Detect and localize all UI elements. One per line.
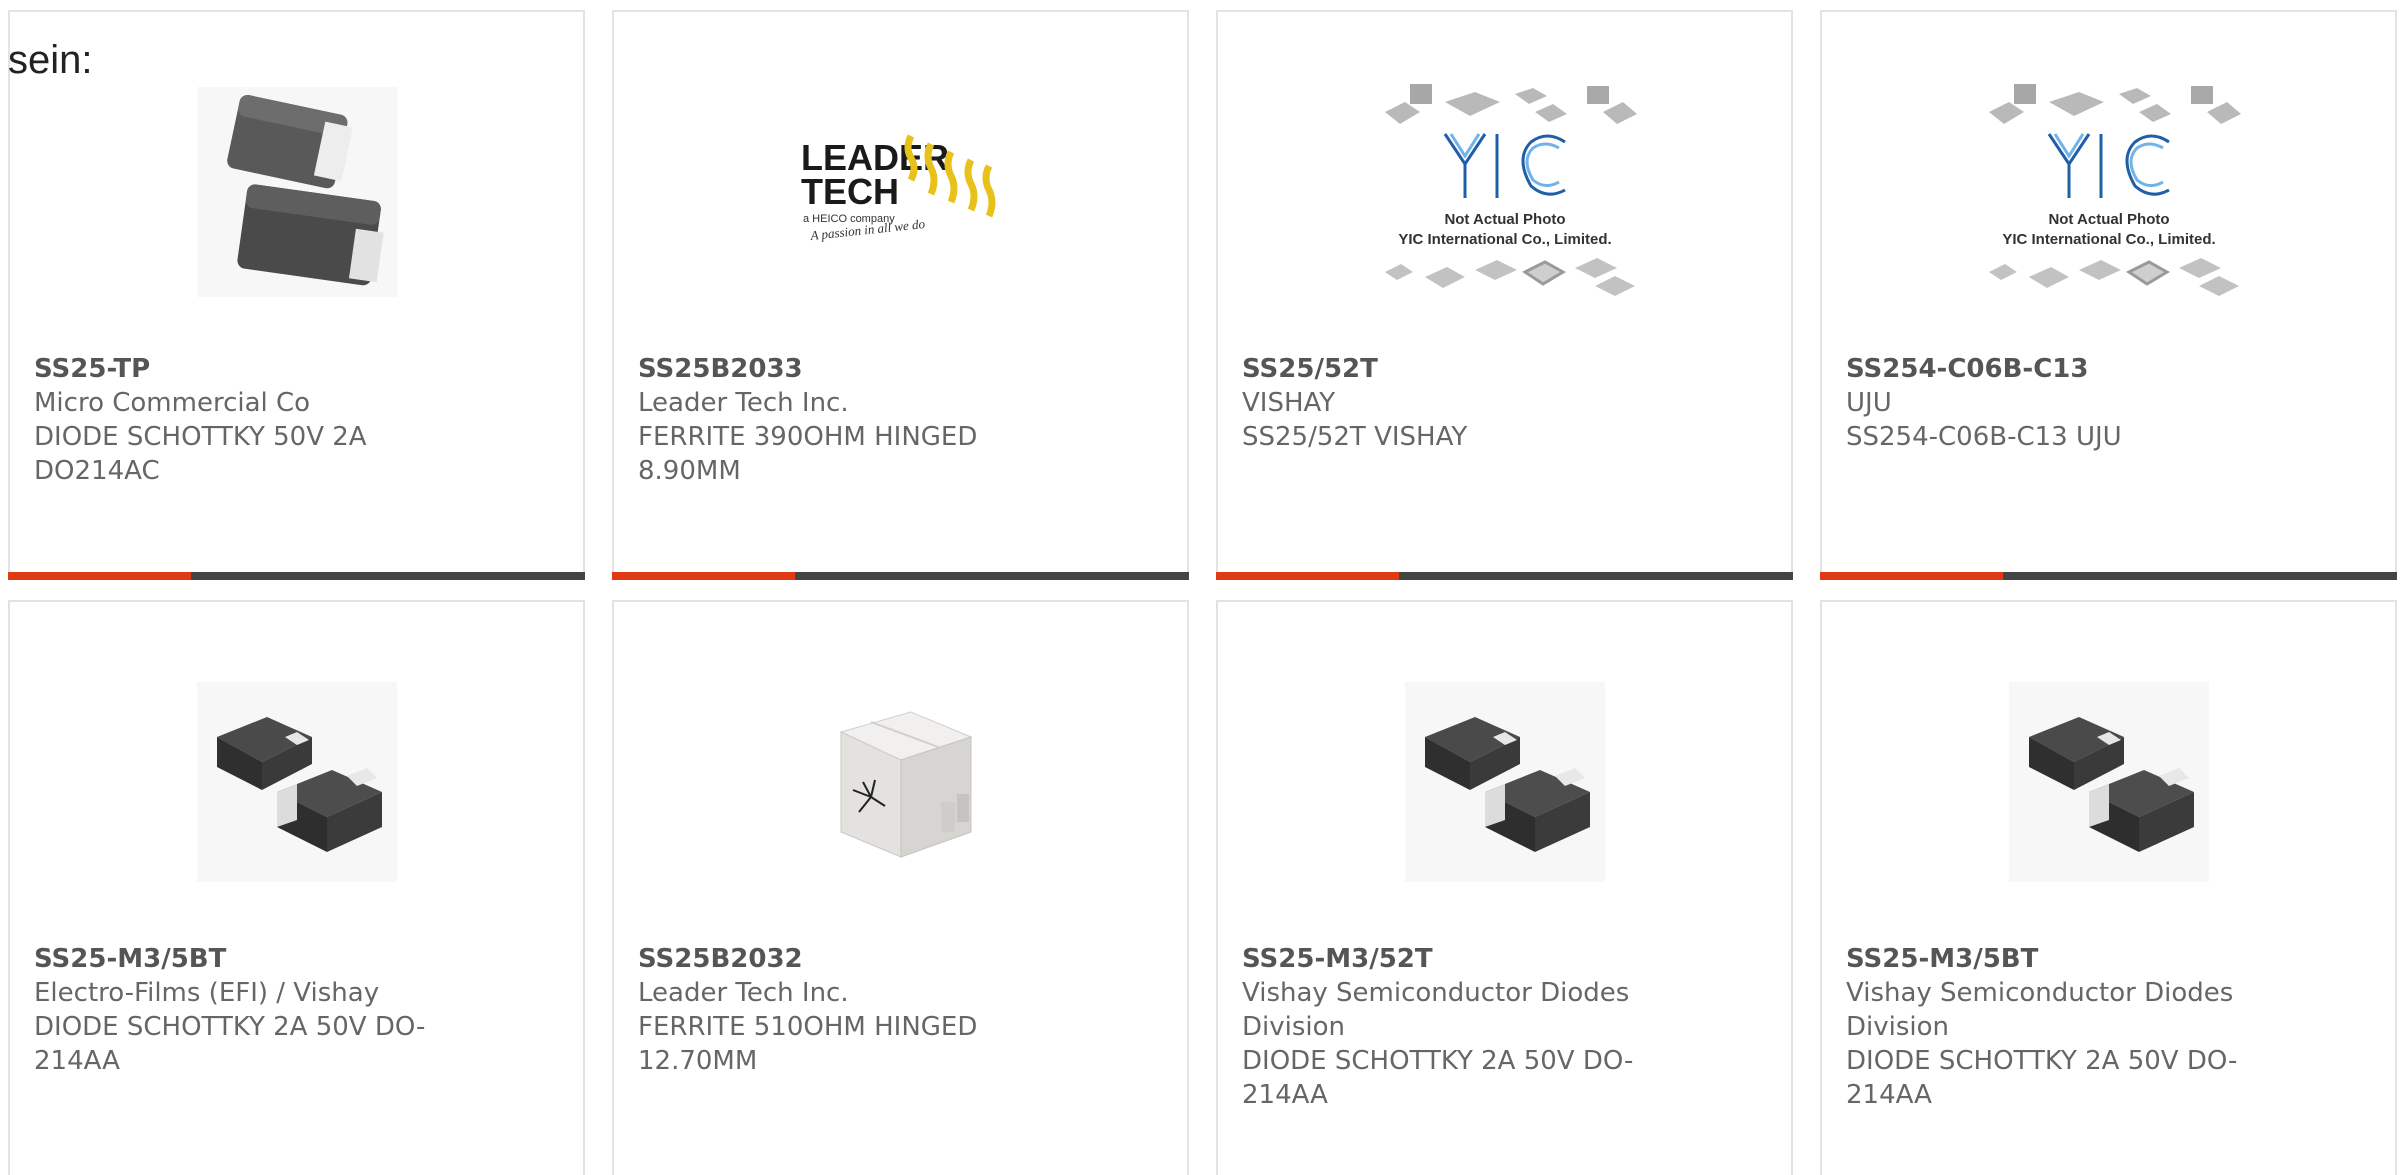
ferrite-core-photo-icon — [839, 711, 972, 858]
card-accent-bar — [612, 572, 795, 580]
description: DIODE SCHOTTKY 2A 50V DO-214AA — [34, 1012, 426, 1076]
description: SS254-C06B-C13 UJU — [1846, 422, 2122, 452]
product-card[interactable]: SS25-M3/5BT Vishay Semiconductor Diodes … — [1820, 600, 2397, 1175]
card-bottom-bar — [1820, 572, 2397, 580]
part-number[interactable]: SS25-TP — [34, 352, 434, 386]
svg-text:YIC International Co., Limited: YIC International Co., Limited. — [1398, 231, 1611, 248]
part-number[interactable]: SS25/52T — [1242, 352, 1642, 386]
svg-text:YIC International Co., Limited: YIC International Co., Limited. — [2002, 231, 2215, 248]
manufacturer: Electro-Films (EFI) / Vishay — [34, 978, 380, 1008]
part-number[interactable]: SS25-M3/5BT — [1846, 942, 2246, 976]
yic-placeholder-icon: Not Actual Photo YIC International Co., … — [1988, 84, 2241, 296]
product-card[interactable]: Not Actual Photo YIC International Co., … — [1820, 10, 2397, 580]
product-image[interactable] — [10, 662, 583, 902]
part-number[interactable]: SS25B2032 — [638, 942, 1038, 976]
product-card[interactable]: SS25-TP Micro Commercial Co DIODE SCHOTT… — [8, 10, 585, 580]
part-number[interactable]: SS25-M3/5BT — [34, 942, 434, 976]
card-bottom-bar — [612, 572, 1189, 580]
product-image[interactable]: Not Actual Photo YIC International Co., … — [1218, 72, 1791, 312]
product-card[interactable]: SS25B2032 Leader Tech Inc. FERRITE 510OH… — [612, 600, 1189, 1175]
description: DIODE SCHOTTKY 2A 50V DO-214AA — [1242, 1046, 1634, 1110]
product-card[interactable]: LEADER TECH a HEICO company A passion in… — [612, 10, 1189, 580]
svg-text:Not Actual Photo: Not Actual Photo — [1444, 211, 1565, 228]
card-accent-bar — [1820, 572, 2003, 580]
description: FERRITE 390OHM HINGED 8.90MM — [638, 422, 978, 486]
card-bottom-bar — [8, 572, 585, 580]
product-card[interactable]: SS25-M3/52T Vishay Semiconductor Diodes … — [1216, 600, 1793, 1175]
part-number[interactable]: SS25-M3/52T — [1242, 942, 1642, 976]
page-title: sein: — [8, 38, 93, 82]
manufacturer: Vishay Semiconductor Diodes Division — [1846, 978, 2234, 1042]
part-number[interactable]: SS254-C06B-C13 — [1846, 352, 2246, 386]
svg-text:TECH: TECH — [801, 171, 899, 212]
description: FERRITE 510OHM HINGED 12.70MM — [638, 1012, 978, 1076]
manufacturer: Micro Commercial Co — [34, 388, 311, 418]
card-accent-bar — [8, 572, 191, 580]
description: SS25/52T VISHAY — [1242, 422, 1468, 452]
manufacturer: Vishay Semiconductor Diodes Division — [1242, 978, 1630, 1042]
product-image[interactable] — [10, 72, 583, 312]
smd-diode-photo-icon — [196, 87, 397, 297]
product-card[interactable]: SS25-M3/5BT Electro-Films (EFI) / Vishay… — [8, 600, 585, 1175]
product-image[interactable]: LEADER TECH a HEICO company A passion in… — [614, 72, 1187, 312]
yic-placeholder-icon: Not Actual Photo YIC International Co., … — [1384, 84, 1637, 296]
product-image[interactable] — [1822, 662, 2395, 902]
card-bottom-bar — [1216, 572, 1793, 580]
card-accent-bar — [1216, 572, 1399, 580]
svg-text:Not Actual Photo: Not Actual Photo — [2048, 211, 2169, 228]
smd-diode-do214aa-photo-icon — [1404, 682, 1605, 882]
manufacturer: UJU — [1846, 388, 1892, 418]
product-image[interactable] — [1218, 662, 1791, 902]
description: DIODE SCHOTTKY 2A 50V DO-214AA — [1846, 1046, 2238, 1110]
manufacturer: Leader Tech Inc. — [638, 978, 849, 1008]
description: DIODE SCHOTTKY 50V 2A DO214AC — [34, 422, 367, 486]
part-number[interactable]: SS25B2033 — [638, 352, 1038, 386]
product-grid: SS25-TP Micro Commercial Co DIODE SCHOTT… — [0, 0, 2400, 1175]
smd-diode-do214aa-photo-icon — [196, 682, 397, 882]
leader-tech-logo-icon: LEADER TECH a HEICO company A passion in… — [801, 134, 995, 243]
manufacturer: Leader Tech Inc. — [638, 388, 849, 418]
product-card[interactable]: Not Actual Photo YIC International Co., … — [1216, 10, 1793, 580]
product-image[interactable] — [614, 662, 1187, 902]
manufacturer: VISHAY — [1242, 388, 1336, 418]
product-image[interactable]: Not Actual Photo YIC International Co., … — [1822, 72, 2395, 312]
smd-diode-do214aa-photo-icon — [2008, 682, 2209, 882]
